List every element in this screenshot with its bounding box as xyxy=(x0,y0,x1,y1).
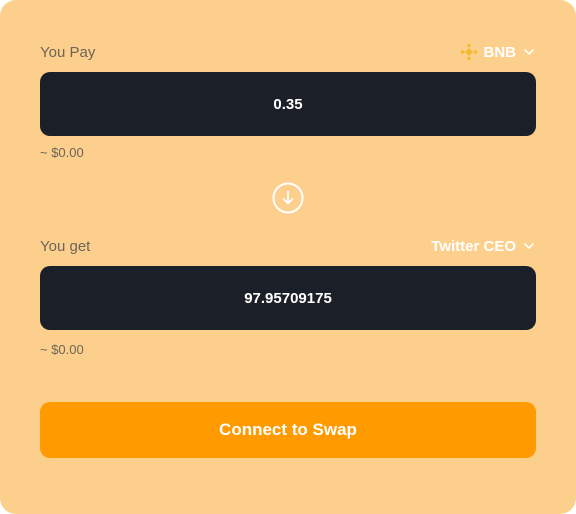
get-token-selector[interactable]: Twitter CEO xyxy=(431,238,536,255)
get-label: You get xyxy=(40,237,91,255)
swap-direction-button[interactable] xyxy=(272,182,304,214)
get-header: You get Twitter CEO xyxy=(40,235,536,257)
pay-label: You Pay xyxy=(40,43,96,61)
pay-usd-value: ~ $0.00 xyxy=(40,145,84,160)
chevron-down-icon xyxy=(522,45,536,59)
get-usd-value: ~ $0.00 xyxy=(40,342,84,357)
pay-token-name: BNB xyxy=(483,43,517,61)
bnb-icon xyxy=(459,43,478,61)
arrow-down-circle-icon xyxy=(272,182,304,214)
pay-header: You Pay BNB xyxy=(40,41,536,63)
get-amount-input[interactable] xyxy=(40,288,536,308)
get-amount-box xyxy=(40,266,536,330)
chevron-down-icon xyxy=(522,239,536,253)
swap-card: You Pay BNB ~ $0.00 xyxy=(0,0,576,514)
pay-amount-box xyxy=(40,72,536,136)
connect-to-swap-button[interactable]: Connect to Swap xyxy=(40,402,536,458)
pay-token-selector[interactable]: BNB xyxy=(459,43,537,61)
pay-amount-input[interactable] xyxy=(40,94,536,114)
get-token-name: Twitter CEO xyxy=(431,237,516,255)
